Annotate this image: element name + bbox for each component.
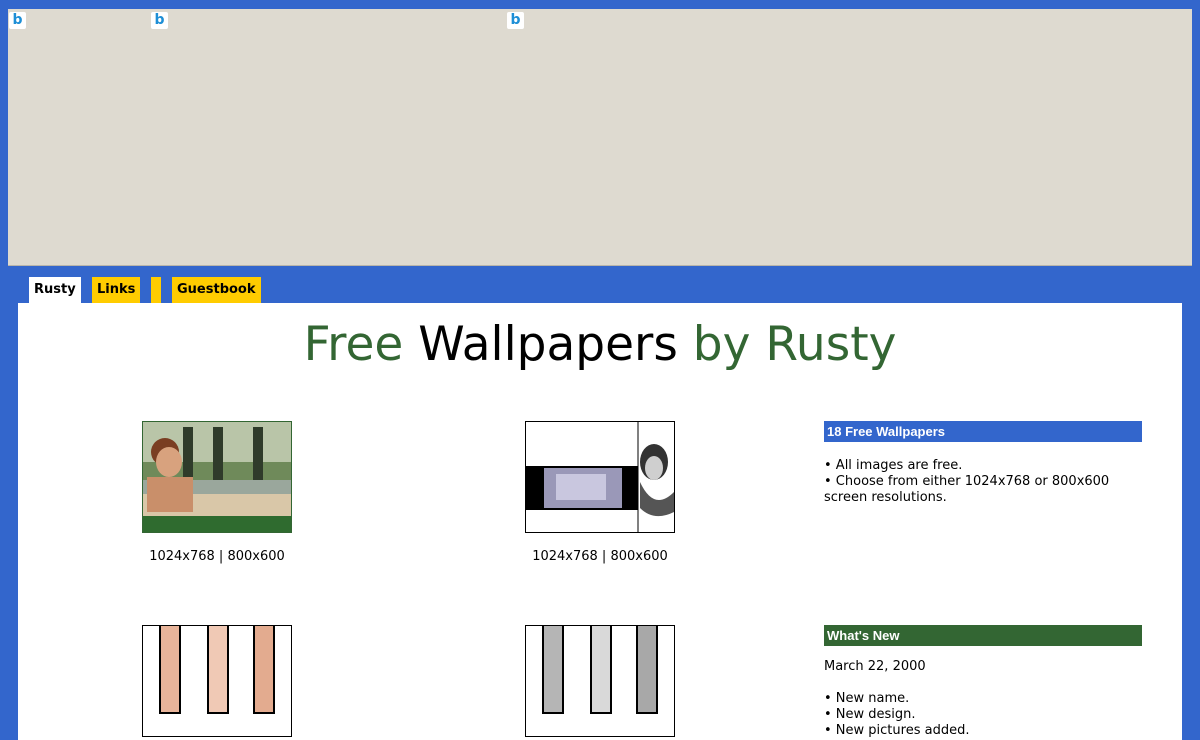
wallpaper-thumbnail[interactable]	[142, 421, 292, 533]
tab-links[interactable]: Links	[92, 277, 141, 303]
resolution-separator: |	[597, 549, 611, 564]
resolution-link-1024[interactable]: 1024x768	[532, 549, 598, 564]
title-part-wallpapers: Wallpapers	[418, 317, 678, 372]
wallpaper-thumbnail-image	[526, 626, 674, 736]
resolution-link-800[interactable]: 800x600	[610, 549, 667, 564]
resolution-separator: |	[214, 549, 228, 564]
ad-logo-icon[interactable]: b	[507, 12, 524, 29]
title-part-by-rusty: by Rusty	[677, 317, 897, 372]
resolution-link-800[interactable]: 800x600	[227, 549, 284, 564]
whats-new-item: • New pictures added.	[824, 723, 970, 738]
wallpaper-thumbnail-image	[143, 626, 291, 736]
wallpaper-thumbnail-image	[143, 422, 291, 532]
tab-rusty[interactable]: Rusty	[29, 277, 81, 303]
free-wallpapers-info: • All images are free. • Choose from eit…	[824, 458, 1144, 506]
title-part-free: Free	[303, 317, 419, 372]
ad-logo-icon[interactable]: b	[9, 12, 26, 29]
resolution-link-1024[interactable]: 1024x768	[149, 549, 215, 564]
main-content: Free Wallpapers by Rusty 1024x768 | 800x…	[18, 303, 1182, 740]
free-info-line: • All images are free.	[824, 458, 963, 473]
ad-banner[interactable]: b b b	[8, 9, 1192, 266]
wallpaper-thumbnail[interactable]	[525, 421, 675, 533]
tab-spacer	[151, 277, 161, 303]
tab-guestbook[interactable]: Guestbook	[172, 277, 261, 303]
wallpaper-thumbnail-image	[526, 422, 674, 532]
free-info-line: • Choose from either 1024x768 or 800x600…	[824, 474, 1110, 505]
whats-new-date: March 22, 2000	[824, 659, 926, 674]
wallpaper-thumbnail[interactable]	[142, 625, 292, 737]
whats-new-heading: What's New	[824, 625, 1142, 646]
page-title: Free Wallpapers by Rusty	[18, 317, 1182, 373]
wallpaper-thumbnail[interactable]	[525, 625, 675, 737]
whats-new-item: • New design.	[824, 707, 916, 722]
resolution-links: 1024x768 | 800x600	[142, 549, 292, 564]
whats-new-item: • New name.	[824, 691, 910, 706]
whats-new-list: • New name. • New design. • New pictures…	[824, 691, 1144, 739]
resolution-links: 1024x768 | 800x600	[525, 549, 675, 564]
free-wallpapers-heading: 18 Free Wallpapers	[824, 421, 1142, 442]
ad-logo-icon[interactable]: b	[151, 12, 168, 29]
